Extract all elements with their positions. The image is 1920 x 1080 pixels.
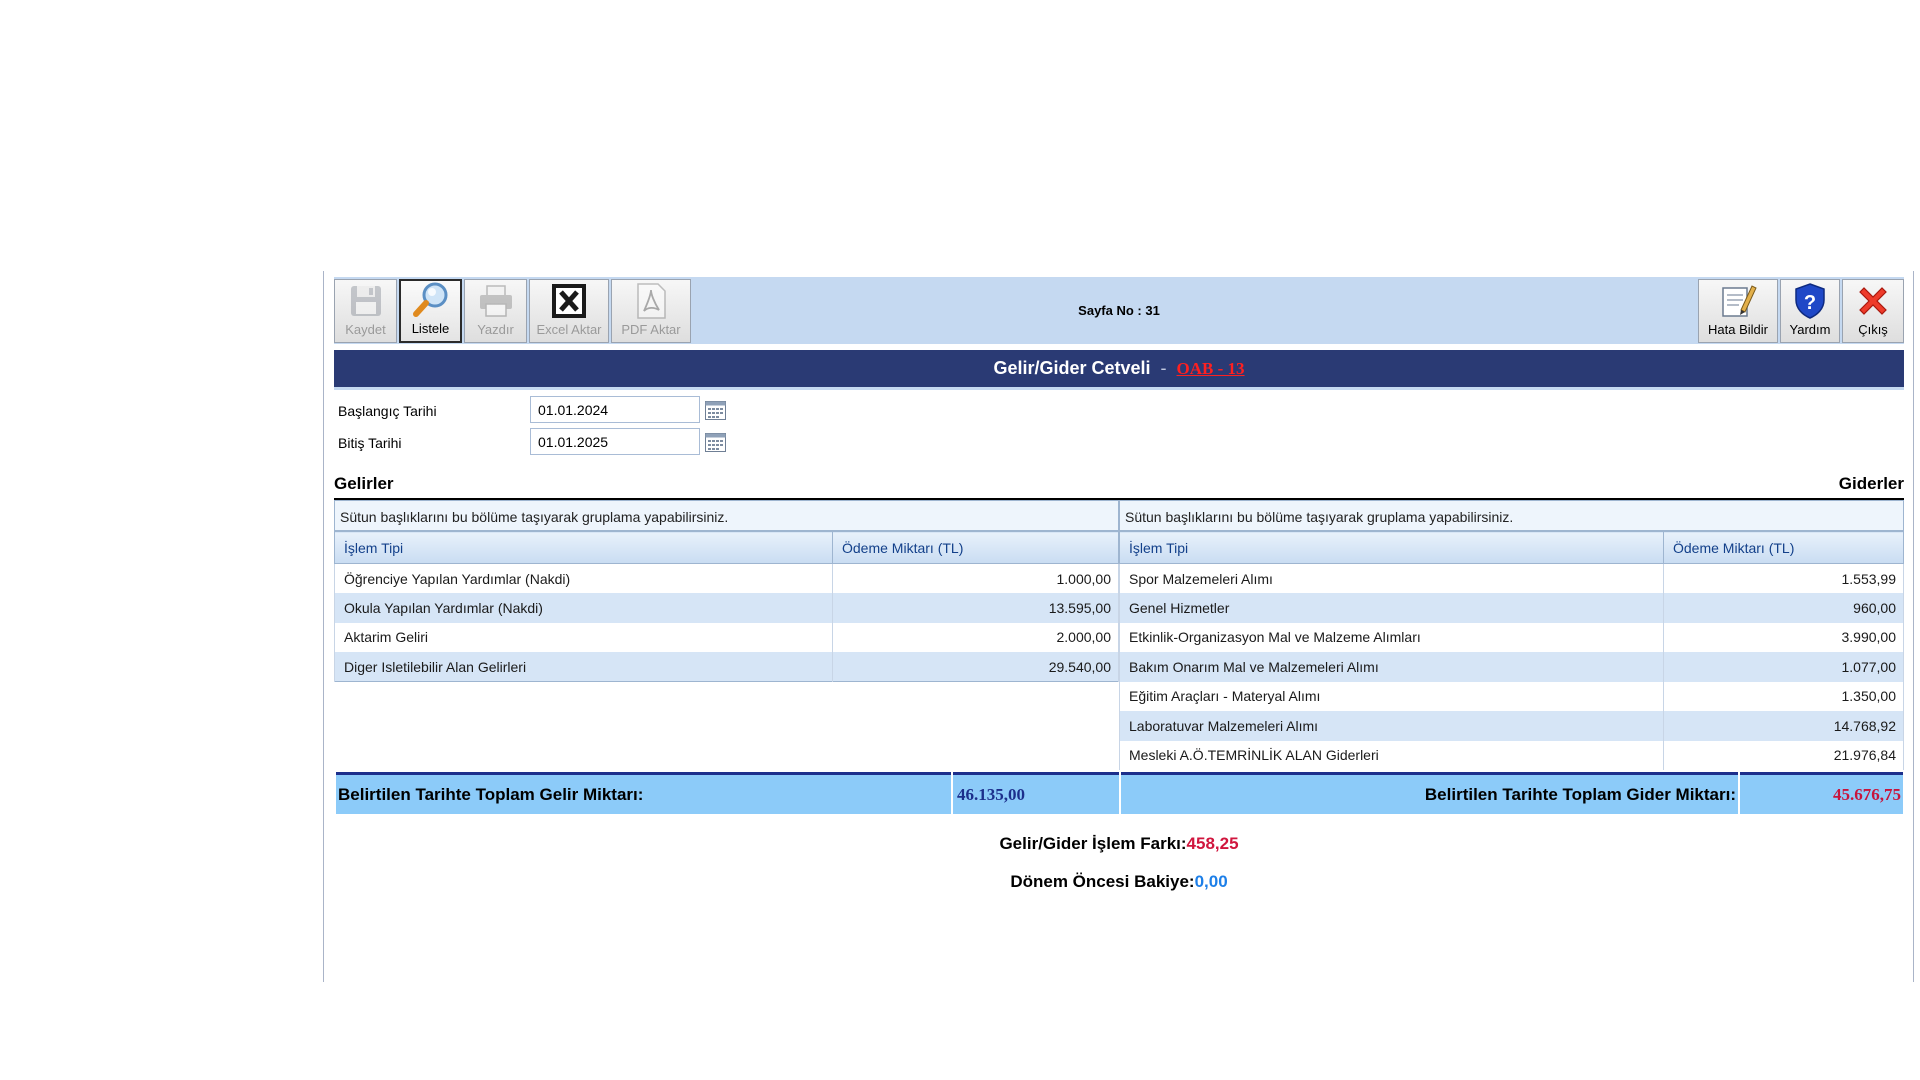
difference-label: Gelir/Gider İşlem Farkı:	[999, 834, 1187, 853]
expense-cell-amount: 21.976,84	[1663, 740, 1904, 770]
income-cell-type: Öğrenciye Yapılan Yardımlar (Nakdi)	[334, 563, 833, 593]
expense-col-amount-header[interactable]: Ödeme Miktarı (TL)	[1663, 531, 1904, 564]
frame-border-left	[323, 271, 324, 982]
expense-cell-amount: 14.768,92	[1663, 711, 1904, 741]
income-group-panel[interactable]: Sütun başlıklarını bu bölüme taşıyarak g…	[334, 500, 1119, 531]
exit-button[interactable]: Çıkış	[1842, 279, 1904, 343]
expense-cell-type: Spor Malzemeleri Alımı	[1119, 563, 1664, 593]
toolbar-right-group: Hata Bildir ? Yardım Çıkış	[1698, 279, 1904, 343]
income-cell-amount: 2.000,00	[832, 622, 1119, 652]
expense-table-row[interactable]: Etkinlik-Organizasyon Mal ve Malzeme Alı…	[1119, 622, 1904, 652]
income-total-value: 46.135,00	[953, 772, 1119, 814]
expense-table-row[interactable]: Laboratuvar Malzemeleri Alımı 14.768,92	[1119, 711, 1904, 741]
difference-value: 458,25	[1186, 834, 1239, 853]
income-table-row[interactable]: Diger Isletilebilir Alan Gelirleri 29.540…	[334, 652, 1119, 682]
previous-balance-value: 0,00	[1194, 872, 1228, 891]
income-total-label: Belirtilen Tarihte Toplam Gelir Miktarı:	[336, 772, 951, 814]
totals-row: Belirtilen Tarihte Toplam Gelir Miktarı:…	[334, 772, 1904, 816]
expense-cell-amount: 3.990,00	[1663, 622, 1904, 652]
list-button-label: Listele	[411, 321, 450, 336]
exit-label: Çıkış	[1858, 322, 1888, 337]
expense-cell-type: Mesleki A.Ö.TEMRİNLİK ALAN Giderleri	[1119, 740, 1664, 770]
expense-cell-amount: 1.553,99	[1663, 563, 1904, 593]
pdf-export-label: PDF Aktar	[621, 322, 681, 337]
grids-area: Sütun başlıklarını bu bölüme taşıyarak g…	[334, 498, 1904, 770]
start-date-row: Başlangıç Tarihi	[334, 394, 1904, 426]
title-separator: -	[1160, 358, 1167, 378]
print-button-label: Yazdır	[477, 322, 514, 337]
save-button-label: Kaydet	[345, 322, 386, 337]
end-date-input[interactable]	[530, 428, 700, 455]
page-title: Gelir/Gider Cetveli	[993, 358, 1151, 378]
expense-cell-amount: 1.350,00	[1663, 681, 1904, 711]
income-section-title: Gelirler	[334, 474, 394, 493]
page-number: Sayfa No : 31	[1078, 303, 1160, 318]
income-cell-amount: 13.595,00	[832, 593, 1119, 623]
report-error-button[interactable]: Hata Bildir	[1698, 279, 1778, 343]
help-icon: ?	[1790, 282, 1830, 320]
expense-table-row[interactable]: Spor Malzemeleri Alımı 1.553,99	[1119, 563, 1904, 593]
income-cell-amount: 29.540,00	[832, 652, 1119, 682]
expense-cell-type: Genel Hizmetler	[1119, 593, 1664, 623]
income-cell-type: Okula Yapılan Yardımlar (Nakdi)	[334, 593, 833, 623]
expense-group-panel[interactable]: Sütun başlıklarını bu bölüme taşıyarak g…	[1119, 500, 1904, 531]
help-button[interactable]: ? Yardım	[1780, 279, 1840, 343]
income-grid: Sütun başlıklarını bu bölüme taşıyarak g…	[334, 500, 1119, 682]
expense-cell-type: Laboratuvar Malzemeleri Alımı	[1119, 711, 1664, 741]
excel-export-label: Excel Aktar	[536, 322, 602, 337]
expense-grid: Sütun başlıklarını bu bölüme taşıyarak g…	[1119, 500, 1904, 770]
income-table-row[interactable]: Öğrenciye Yapılan Yardımlar (Nakdi) 1.000…	[334, 563, 1119, 593]
expense-cell-amount: 960,00	[1663, 593, 1904, 623]
expense-col-type-header[interactable]: İşlem Tipi	[1119, 531, 1664, 564]
difference-line: Gelir/Gider İşlem Farkı:458,25	[334, 834, 1904, 854]
income-table-row[interactable]: Aktarim Geliri 2.000,00	[334, 622, 1119, 652]
frame-border-right	[1913, 271, 1914, 982]
calendar-icon[interactable]	[705, 433, 726, 452]
previous-balance-label: Dönem Öncesi Bakiye:	[1010, 872, 1195, 891]
expense-table-row[interactable]: Genel Hizmetler 960,00	[1119, 593, 1904, 623]
start-date-label: Başlangıç Tarihi	[338, 403, 437, 419]
page-title-bar: Gelir/Gider Cetveli - OAB - 13	[334, 350, 1904, 390]
exit-icon	[1853, 282, 1893, 320]
end-date-label: Bitiş Tarihi	[338, 435, 402, 451]
end-date-row: Bitiş Tarihi	[334, 426, 1904, 458]
income-table-body: Öğrenciye Yapılan Yardımlar (Nakdi) 1.000…	[334, 563, 1119, 682]
form-code-link[interactable]: OAB - 13	[1177, 359, 1245, 379]
income-col-amount-header[interactable]: Ödeme Miktarı (TL)	[832, 531, 1119, 564]
expense-cell-type: Eğitim Araçları - Materyal Alımı	[1119, 681, 1664, 711]
expense-table-row[interactable]: Eğitim Araçları - Materyal Alımı 1.350,00	[1119, 681, 1904, 711]
income-table-row[interactable]: Okula Yapılan Yardımlar (Nakdi) 13.595,00	[334, 593, 1119, 623]
income-cell-type: Aktarim Geliri	[334, 622, 833, 652]
expense-cell-type: Bakım Onarım Mal ve Malzemeleri Alımı	[1119, 652, 1664, 682]
expense-cell-amount: 1.077,00	[1663, 652, 1904, 682]
income-cell-amount: 1.000,00	[832, 563, 1119, 593]
income-col-type-header[interactable]: İşlem Tipi	[334, 531, 833, 564]
svg-text:?: ?	[1804, 292, 1816, 314]
expense-table: İşlem Tipi Ödeme Miktarı (TL) Spor Malze…	[1119, 531, 1904, 770]
income-table: İşlem Tipi Ödeme Miktarı (TL) Öğrenciye …	[334, 531, 1119, 682]
toolbar: Kaydet Listele Yazdır Excel Aktar PDF Ak…	[334, 277, 1904, 344]
expense-table-row[interactable]: Mesleki A.Ö.TEMRİNLİK ALAN Giderleri 21.9…	[1119, 740, 1904, 770]
income-expense-page: Kaydet Listele Yazdır Excel Aktar PDF Ak…	[334, 277, 1904, 892]
report-error-icon	[1718, 282, 1758, 320]
help-label: Yardım	[1789, 322, 1831, 337]
expense-table-body: Spor Malzemeleri Alımı 1.553,99 Genel Hizm…	[1119, 563, 1904, 770]
expense-cell-type: Etkinlik-Organizasyon Mal ve Malzeme Alı…	[1119, 622, 1664, 652]
section-headings: Gelirler Giderler	[334, 466, 1904, 498]
calendar-icon[interactable]	[705, 401, 726, 420]
start-date-input[interactable]	[530, 396, 700, 423]
date-filter-form: Başlangıç Tarihi Bitiş Tarihi	[334, 394, 1904, 458]
expense-total-label: Belirtilen Tarihte Toplam Gider Miktarı:	[1121, 772, 1738, 814]
income-cell-type: Diger Isletilebilir Alan Gelirleri	[334, 652, 833, 682]
previous-balance-line: Dönem Öncesi Bakiye:0,00	[334, 872, 1904, 892]
expense-total-value: 45.676,75	[1740, 772, 1903, 814]
expense-table-row[interactable]: Bakım Onarım Mal ve Malzemeleri Alımı 1.0…	[1119, 652, 1904, 682]
report-error-label: Hata Bildir	[1708, 322, 1768, 337]
expense-section-title: Giderler	[1838, 474, 1904, 493]
